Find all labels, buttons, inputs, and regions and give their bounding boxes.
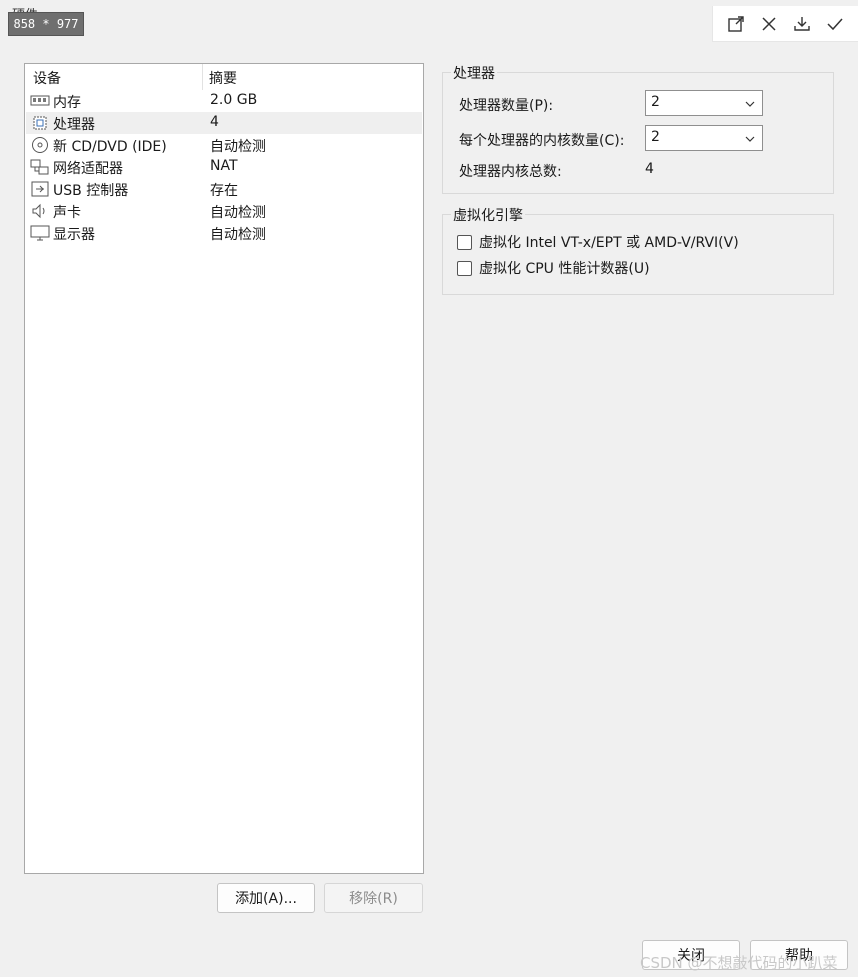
remove-device-button[interactable]: 移除(R): [324, 883, 423, 913]
vtx-checkbox[interactable]: [457, 234, 472, 250]
processor-count-select[interactable]: 2: [645, 90, 763, 116]
processor-icon: [33, 116, 47, 130]
maximize-button[interactable]: [724, 12, 748, 36]
cpu-counters-label: 虚拟化 CPU 性能计数器(U): [479, 261, 650, 277]
maximize-icon: [727, 15, 744, 32]
device-name: USB 控制器: [53, 183, 129, 199]
device-name: 声卡: [53, 205, 81, 221]
total-cores-label: 处理器内核总数:: [459, 164, 562, 180]
cd-dvd-icon: [32, 137, 48, 153]
device-row-network-adapter[interactable]: 网络适配器 NAT: [26, 156, 422, 178]
device-list: 设备 摘要 内存 2.0 GB 处理器 4 新 CD/DVD (IDE) 自动检…: [24, 63, 424, 874]
device-row-sound-card[interactable]: 声卡 自动检测: [26, 200, 422, 222]
size-badge: 858 * 977: [8, 12, 84, 36]
chevron-down-icon: [745, 136, 755, 142]
column-divider[interactable]: [202, 64, 203, 90]
device-name: 新 CD/DVD (IDE): [53, 139, 167, 155]
cores-per-processor-value: 2: [651, 129, 660, 145]
processor-group-title: 处理器: [451, 63, 497, 83]
cores-per-processor-label: 每个处理器的内核数量(C):: [459, 133, 625, 149]
chevron-down-icon: [745, 101, 755, 107]
close-icon: [762, 16, 776, 31]
close-button[interactable]: 关闭: [642, 940, 740, 970]
device-name: 内存: [53, 95, 81, 111]
device-row-usb[interactable]: USB 控制器 存在: [26, 178, 422, 200]
list-header: 设备 摘要: [25, 64, 423, 90]
vtx-option[interactable]: 虚拟化 Intel VT-x/EPT 或 AMD-V/RVI(V): [457, 232, 739, 252]
toolbar: [712, 6, 858, 42]
confirm-button[interactable]: [823, 12, 847, 36]
display-icon: [30, 225, 50, 241]
memory-icon: [30, 95, 50, 106]
add-device-button[interactable]: 添加(A)...: [217, 883, 315, 913]
download-button[interactable]: [790, 12, 814, 36]
cores-per-processor-select[interactable]: 2: [645, 125, 763, 151]
virtualization-group: 虚拟化引擎 虚拟化 Intel VT-x/EPT 或 AMD-V/RVI(V) …: [442, 205, 834, 295]
device-summary: 自动检测: [210, 139, 266, 155]
close-toolbar-button[interactable]: [757, 12, 781, 36]
sound-card-icon: [32, 203, 45, 219]
cpu-counters-option[interactable]: 虚拟化 CPU 性能计数器(U): [457, 258, 650, 278]
check-icon: [827, 17, 843, 30]
device-row-display[interactable]: 显示器 自动检测: [26, 222, 422, 244]
help-button[interactable]: 帮助: [750, 940, 848, 970]
processor-group: 处理器 处理器数量(P): 2 每个处理器的内核数量(C): 2 处理器内核总数…: [442, 63, 834, 194]
network-adapter-icon: [30, 159, 49, 175]
column-header-device[interactable]: 设备: [33, 68, 61, 88]
total-cores-value: 4: [645, 161, 654, 177]
device-summary: 自动检测: [210, 227, 266, 243]
device-summary: 2.0 GB: [210, 92, 258, 108]
virtualization-group-title: 虚拟化引擎: [451, 205, 525, 225]
device-row-processor[interactable]: 处理器 4: [26, 112, 422, 134]
device-summary: NAT: [210, 158, 238, 174]
processor-count-label: 处理器数量(P):: [459, 98, 554, 114]
device-row-memory[interactable]: 内存 2.0 GB: [26, 90, 422, 112]
cpu-counters-checkbox[interactable]: [457, 260, 472, 276]
usb-icon: [31, 181, 49, 197]
device-name: 处理器: [53, 117, 95, 133]
device-summary: 存在: [210, 183, 238, 199]
device-name: 网络适配器: [53, 161, 123, 177]
device-row-cd-dvd[interactable]: 新 CD/DVD (IDE) 自动检测: [26, 134, 422, 156]
device-summary: 4: [210, 114, 219, 130]
download-icon: [794, 16, 810, 31]
device-name: 显示器: [53, 227, 95, 243]
column-header-summary[interactable]: 摘要: [209, 68, 237, 88]
vtx-label: 虚拟化 Intel VT-x/EPT 或 AMD-V/RVI(V): [479, 235, 739, 251]
device-summary: 自动检测: [210, 205, 266, 221]
processor-count-value: 2: [651, 94, 660, 110]
